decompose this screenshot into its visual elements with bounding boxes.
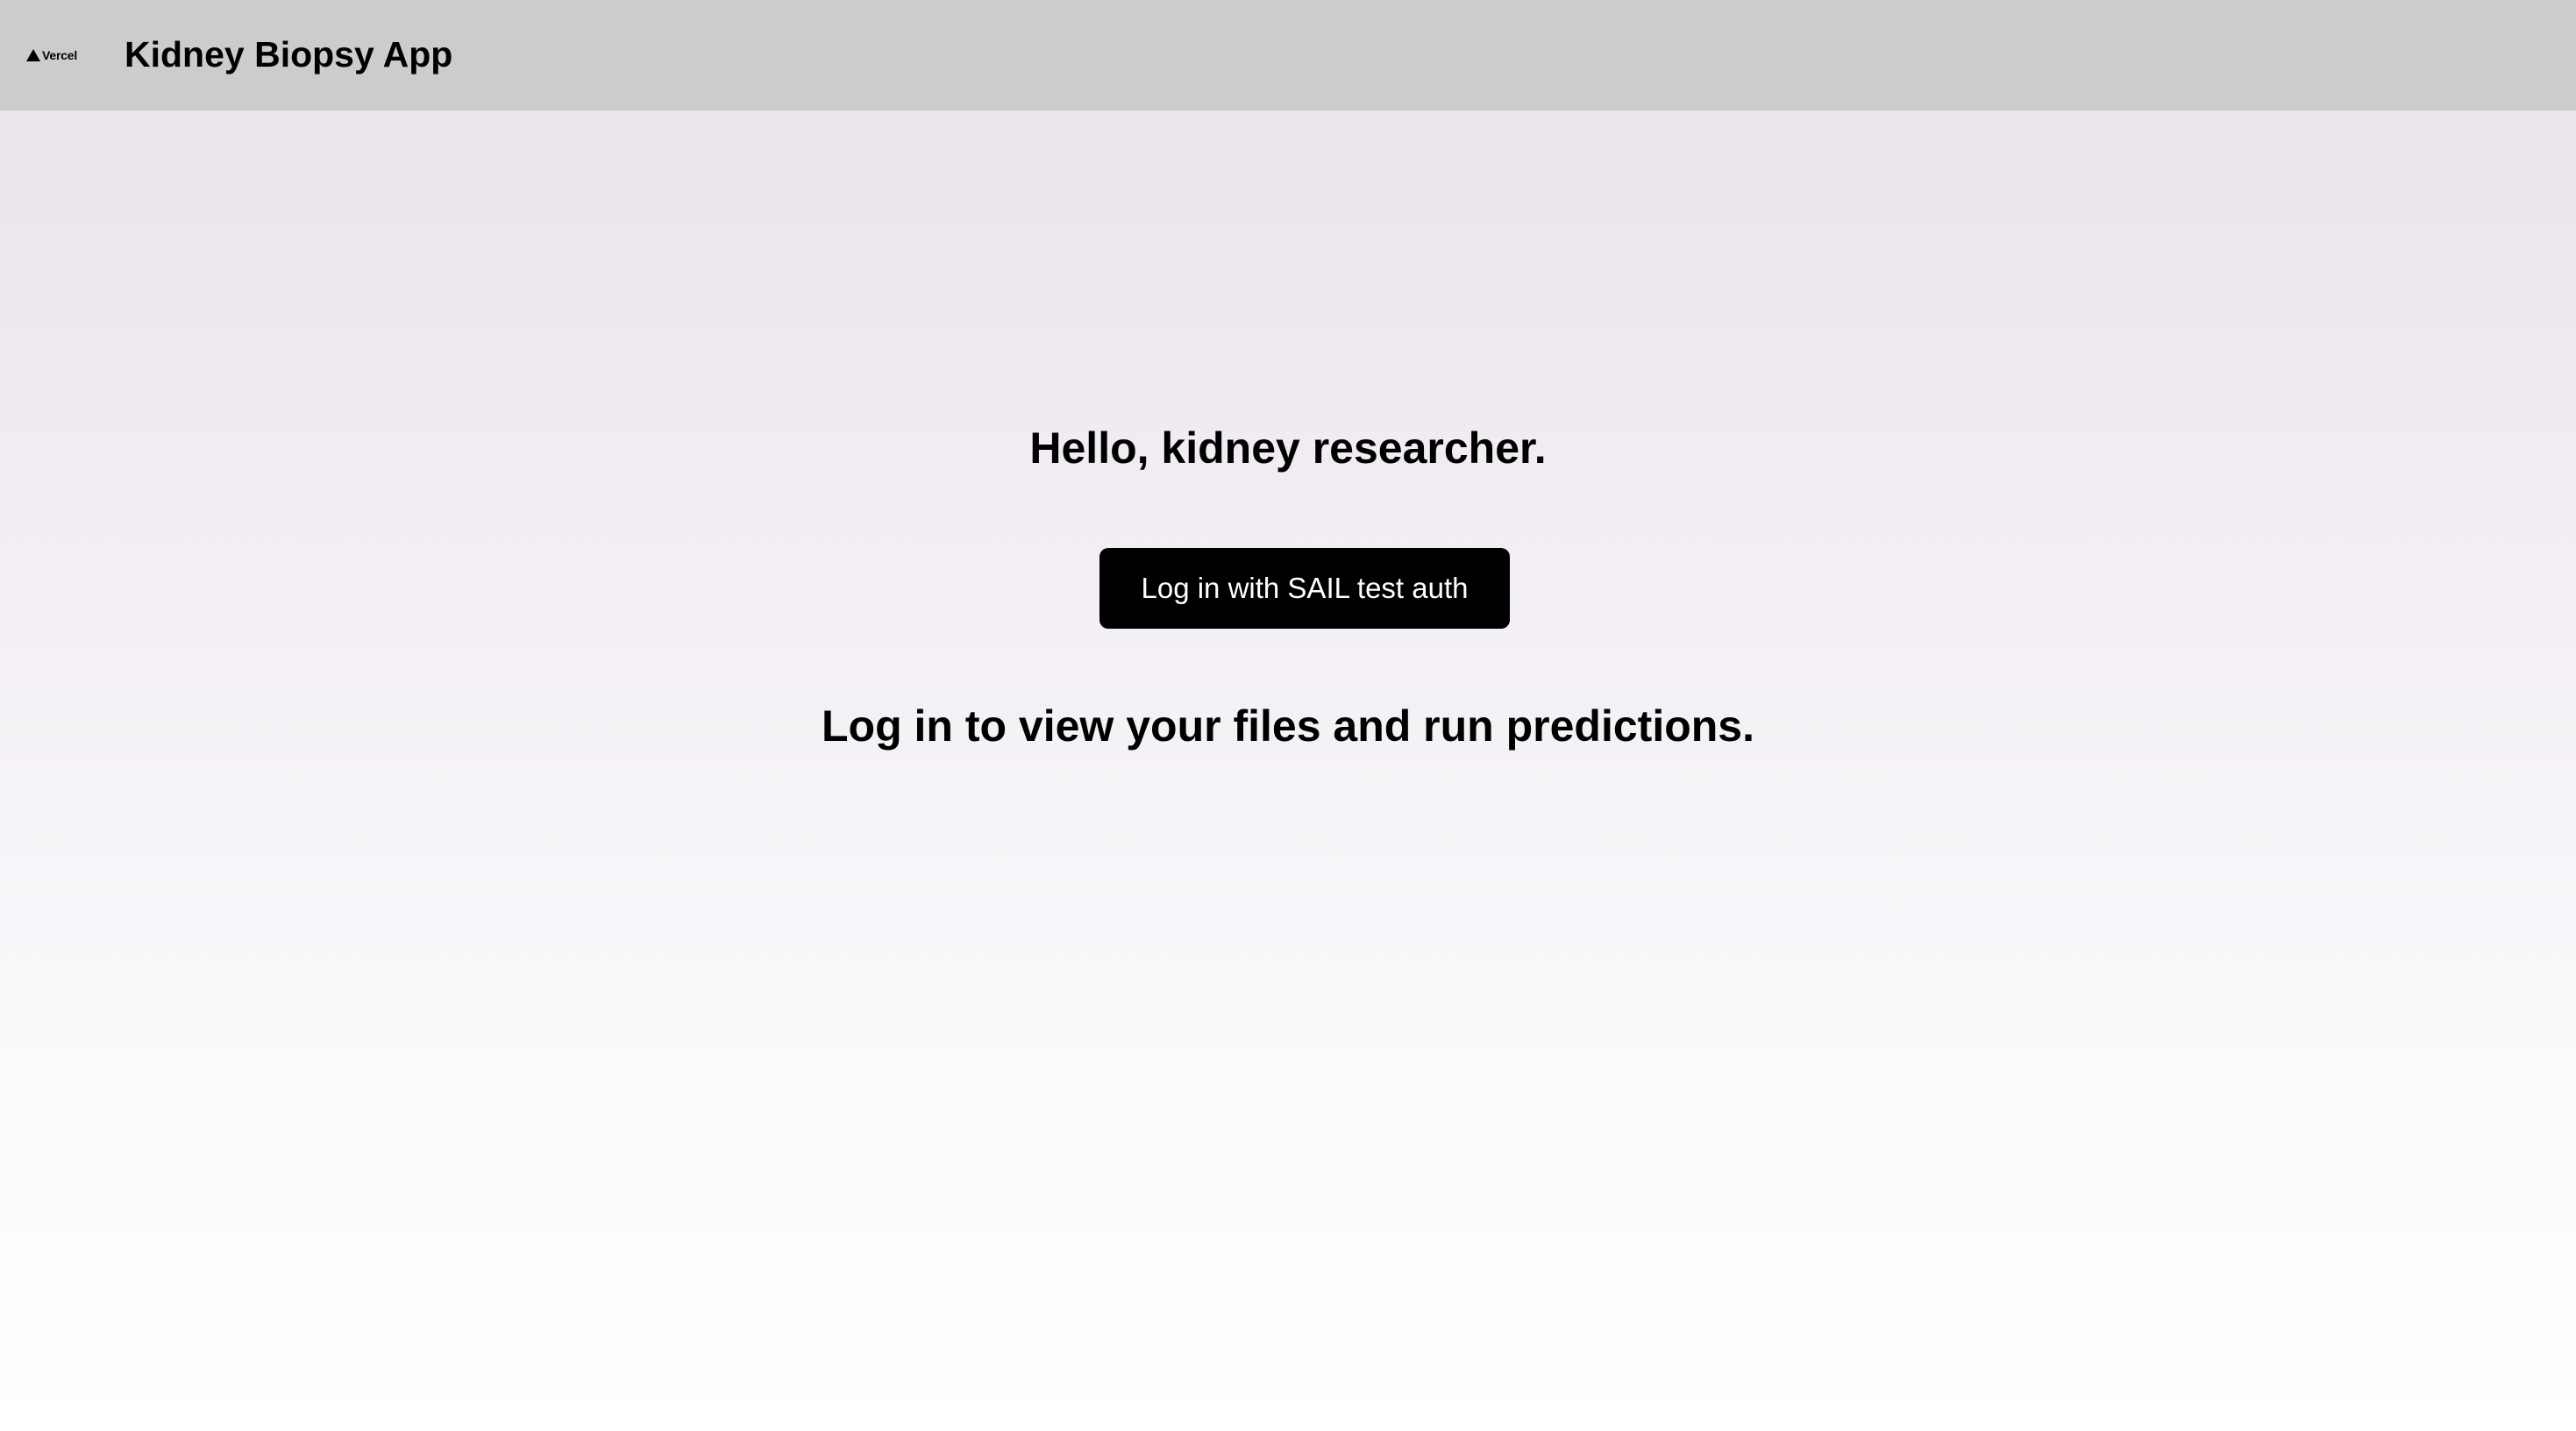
logo-text: Vercel [42, 48, 78, 62]
app-header: Vercel Kidney Biopsy App [0, 0, 2576, 110]
login-hint-heading: Log in to view your files and run predic… [822, 701, 1754, 751]
greeting-heading: Hello, kidney researcher. [1029, 424, 1547, 473]
login-button[interactable]: Log in with SAIL test auth [1099, 548, 1510, 629]
vercel-logo[interactable]: Vercel [26, 46, 77, 64]
app-title: Kidney Biopsy App [125, 34, 453, 75]
vercel-triangle-icon [26, 49, 40, 61]
